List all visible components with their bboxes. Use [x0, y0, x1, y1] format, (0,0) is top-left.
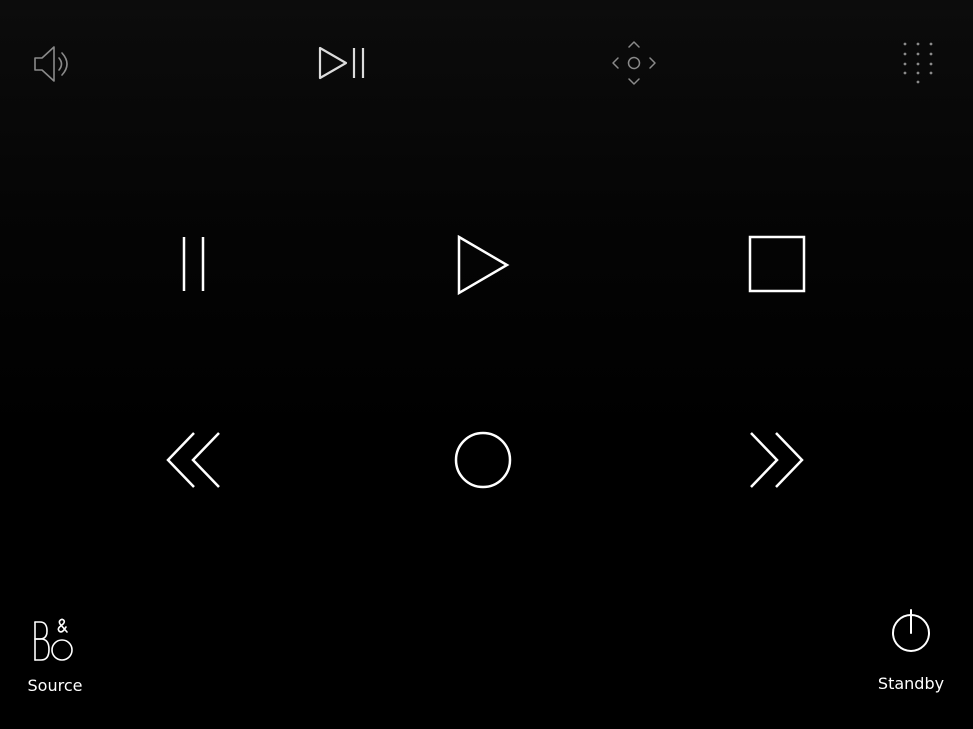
keypad-button[interactable]	[900, 40, 936, 86]
numeric-keypad-icon	[900, 40, 936, 86]
stop-icon	[746, 233, 808, 295]
source-button[interactable]: Source	[22, 608, 88, 698]
source-label: Source	[27, 676, 83, 695]
record-button[interactable]	[452, 429, 514, 491]
stop-button[interactable]	[746, 233, 808, 295]
volume-button[interactable]	[32, 44, 76, 84]
pause-button[interactable]	[173, 233, 215, 295]
rewind-icon	[164, 430, 224, 492]
pause-icon	[173, 233, 215, 295]
bang-olufsen-logo-icon	[31, 614, 77, 666]
play-pause-icon	[318, 45, 368, 81]
fast-forward-icon	[746, 430, 806, 492]
fast-forward-button[interactable]	[746, 430, 806, 492]
speaker-volume-icon	[32, 44, 76, 84]
play-button[interactable]	[455, 233, 513, 297]
navigation-button[interactable]	[611, 40, 657, 86]
play-pause-button[interactable]	[318, 45, 368, 81]
dpad-navigation-icon	[611, 40, 657, 86]
standby-button[interactable]: Standby	[874, 606, 948, 698]
power-icon	[890, 608, 932, 654]
play-icon	[455, 233, 513, 297]
rewind-button[interactable]	[164, 430, 224, 492]
standby-label: Standby	[877, 674, 945, 693]
record-circle-icon	[452, 429, 514, 491]
